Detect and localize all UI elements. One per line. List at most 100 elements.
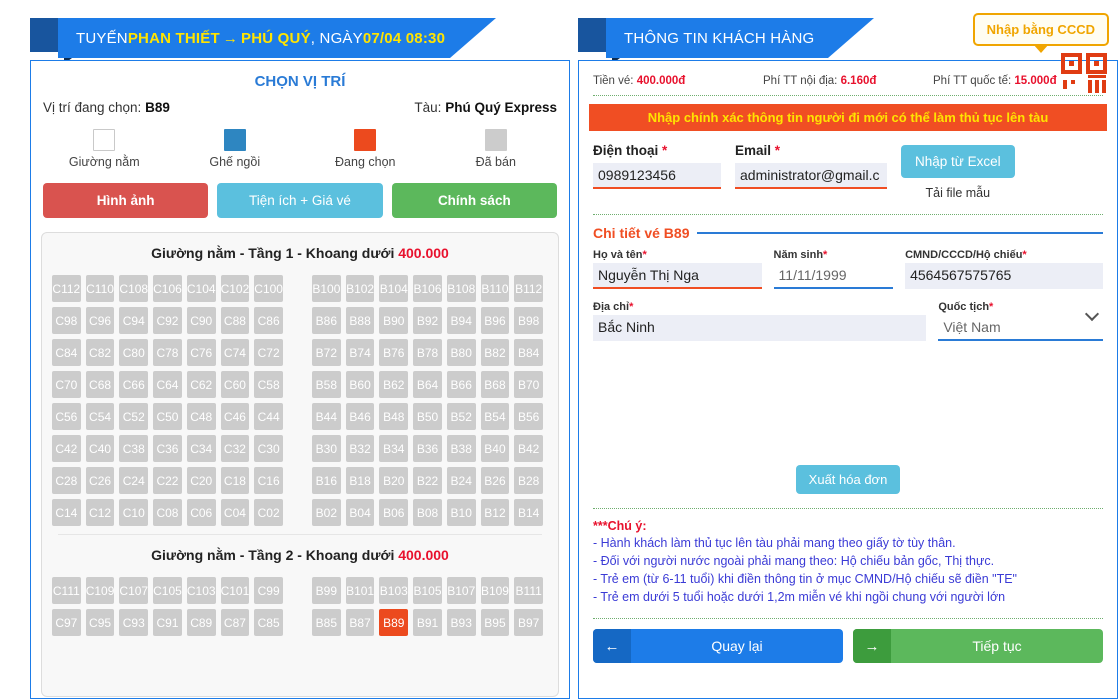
seat-B91[interactable]: B91 <box>413 609 442 636</box>
seat-B88[interactable]: B88 <box>345 307 375 334</box>
seat-B85[interactable]: B85 <box>312 609 341 636</box>
seat-B95[interactable]: B95 <box>480 609 510 636</box>
seat-C102[interactable]: C102 <box>220 275 250 302</box>
seat-C50[interactable]: C50 <box>153 403 182 430</box>
seat-C68[interactable]: C68 <box>85 371 115 398</box>
seat-B36[interactable]: B36 <box>413 435 442 462</box>
seat-B112[interactable]: B112 <box>514 275 544 302</box>
seat-B99[interactable]: B99 <box>312 577 341 604</box>
seat-B103[interactable]: B103 <box>379 577 409 604</box>
seat-B102[interactable]: B102 <box>345 275 375 302</box>
seat-C80[interactable]: C80 <box>119 339 149 366</box>
seat-C66[interactable]: C66 <box>119 371 149 398</box>
seat-B12[interactable]: B12 <box>480 499 510 526</box>
seat-B104[interactable]: B104 <box>379 275 409 302</box>
seat-B66[interactable]: B66 <box>446 371 476 398</box>
birth-year-input[interactable] <box>773 263 894 289</box>
seat-C106[interactable]: C106 <box>153 275 182 302</box>
seat-C90[interactable]: C90 <box>186 307 216 334</box>
seat-C88[interactable]: C88 <box>220 307 250 334</box>
seat-B96[interactable]: B96 <box>480 307 510 334</box>
seat-B109[interactable]: B109 <box>480 577 510 604</box>
seat-C99[interactable]: C99 <box>254 577 283 604</box>
seat-B10[interactable]: B10 <box>446 499 476 526</box>
seat-C97[interactable]: C97 <box>51 609 81 636</box>
seat-C91[interactable]: C91 <box>153 609 182 636</box>
seat-B111[interactable]: B111 <box>514 577 544 604</box>
seat-B50[interactable]: B50 <box>413 403 442 430</box>
back-button[interactable]: ← Quay lại <box>593 629 843 663</box>
seat-B90[interactable]: B90 <box>379 307 409 334</box>
seat-B105[interactable]: B105 <box>413 577 442 604</box>
seat-B87[interactable]: B87 <box>345 609 375 636</box>
seat-C101[interactable]: C101 <box>220 577 250 604</box>
seat-C10[interactable]: C10 <box>119 499 149 526</box>
seat-B98[interactable]: B98 <box>514 307 544 334</box>
seat-B44[interactable]: B44 <box>312 403 341 430</box>
seat-C78[interactable]: C78 <box>153 339 182 366</box>
seat-C103[interactable]: C103 <box>186 577 216 604</box>
seat-C02[interactable]: C02 <box>254 499 283 526</box>
seat-B76[interactable]: B76 <box>379 339 409 366</box>
seat-B18[interactable]: B18 <box>345 467 375 494</box>
seat-C100[interactable]: C100 <box>254 275 283 302</box>
seat-B52[interactable]: B52 <box>446 403 476 430</box>
seat-C34[interactable]: C34 <box>186 435 216 462</box>
seat-C52[interactable]: C52 <box>119 403 149 430</box>
seat-C108[interactable]: C108 <box>119 275 149 302</box>
seat-B110[interactable]: B110 <box>480 275 510 302</box>
seat-C22[interactable]: C22 <box>153 467 182 494</box>
seat-C60[interactable]: C60 <box>220 371 250 398</box>
seat-C94[interactable]: C94 <box>119 307 149 334</box>
seat-B28[interactable]: B28 <box>514 467 544 494</box>
seat-C14[interactable]: C14 <box>51 499 81 526</box>
seat-C58[interactable]: C58 <box>254 371 283 398</box>
nationality-select[interactable] <box>938 315 1103 341</box>
seat-C42[interactable]: C42 <box>51 435 81 462</box>
seat-C44[interactable]: C44 <box>254 403 283 430</box>
passenger-id-input[interactable] <box>905 263 1103 289</box>
seat-C89[interactable]: C89 <box>186 609 216 636</box>
policy-button[interactable]: Chính sách <box>391 183 557 218</box>
seat-C04[interactable]: C04 <box>220 499 250 526</box>
seat-C56[interactable]: C56 <box>51 403 81 430</box>
download-sample-file-link[interactable]: Tải file mẫu <box>901 186 1015 200</box>
phone-input[interactable] <box>593 163 721 189</box>
images-button[interactable]: Hình ảnh <box>43 183 209 218</box>
seat-B30[interactable]: B30 <box>312 435 341 462</box>
seat-B107[interactable]: B107 <box>446 577 476 604</box>
seat-B62[interactable]: B62 <box>379 371 409 398</box>
seat-B20[interactable]: B20 <box>379 467 409 494</box>
seat-B34[interactable]: B34 <box>379 435 409 462</box>
seat-C08[interactable]: C08 <box>153 499 182 526</box>
seat-C76[interactable]: C76 <box>186 339 216 366</box>
import-excel-button[interactable]: Nhập từ Excel <box>901 145 1015 178</box>
seat-B56[interactable]: B56 <box>514 403 544 430</box>
seat-B38[interactable]: B38 <box>446 435 476 462</box>
seat-C105[interactable]: C105 <box>153 577 182 604</box>
seat-C93[interactable]: C93 <box>119 609 149 636</box>
seat-C26[interactable]: C26 <box>85 467 115 494</box>
seat-B40[interactable]: B40 <box>480 435 510 462</box>
qr-scan-icon[interactable] <box>1061 53 1107 102</box>
seat-B108[interactable]: B108 <box>446 275 476 302</box>
seat-B32[interactable]: B32 <box>345 435 375 462</box>
seat-B100[interactable]: B100 <box>312 275 341 302</box>
seat-C46[interactable]: C46 <box>220 403 250 430</box>
seat-B42[interactable]: B42 <box>514 435 544 462</box>
seat-B94[interactable]: B94 <box>446 307 476 334</box>
seat-B84[interactable]: B84 <box>514 339 544 366</box>
seat-C111[interactable]: C111 <box>51 577 81 604</box>
seat-B16[interactable]: B16 <box>312 467 341 494</box>
passenger-name-input[interactable] <box>593 263 762 289</box>
issue-invoice-button[interactable]: Xuất hóa đơn <box>795 465 901 494</box>
seat-B60[interactable]: B60 <box>345 371 375 398</box>
seat-C06[interactable]: C06 <box>186 499 216 526</box>
seat-C104[interactable]: C104 <box>186 275 216 302</box>
seat-C82[interactable]: C82 <box>85 339 115 366</box>
seat-C110[interactable]: C110 <box>85 275 115 302</box>
seat-C84[interactable]: C84 <box>51 339 81 366</box>
seat-B08[interactable]: B08 <box>413 499 442 526</box>
seat-C40[interactable]: C40 <box>85 435 115 462</box>
seat-C86[interactable]: C86 <box>254 307 283 334</box>
